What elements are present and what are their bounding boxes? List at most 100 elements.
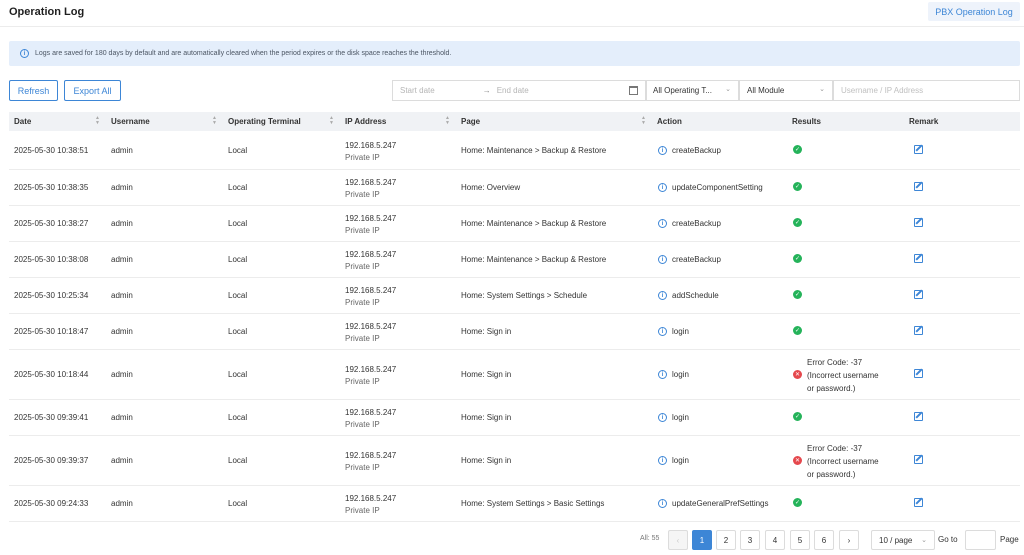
edit-remark-icon[interactable] xyxy=(914,182,923,191)
cell-action[interactable]: i createBackup xyxy=(658,146,721,155)
cell-date: 2025-05-30 10:38:51 xyxy=(14,146,89,155)
info-icon[interactable]: i xyxy=(658,327,667,336)
cell-username: admin xyxy=(111,370,133,379)
success-icon: ✓ xyxy=(793,182,802,191)
info-icon[interactable]: i xyxy=(658,499,667,508)
cell-action[interactable]: i login xyxy=(658,370,689,379)
chevron-down-icon: ⌄ xyxy=(725,86,731,93)
cell-action[interactable]: i login xyxy=(658,413,689,422)
ip-value: 192.168.5.247 xyxy=(345,286,397,295)
edit-remark-icon[interactable] xyxy=(914,254,923,263)
cell-terminal: Local xyxy=(228,499,248,508)
col-page[interactable]: Page xyxy=(461,117,480,126)
cell-ip-address: 192.168.5.247 Private IP xyxy=(345,140,396,164)
info-icon[interactable]: i xyxy=(658,370,667,379)
end-date-input[interactable]: End date xyxy=(497,86,529,95)
calendar-icon xyxy=(629,86,638,95)
error-line: Error Code: -37 xyxy=(807,358,863,367)
sort-icon[interactable]: ▲ ▼ xyxy=(212,116,217,126)
page-button[interactable]: 1 xyxy=(692,530,712,550)
cell-date: 2025-05-30 09:39:37 xyxy=(14,456,89,465)
error-line: or password.) xyxy=(807,384,856,393)
ip-type: Private IP xyxy=(345,334,380,343)
cell-action[interactable]: i updateComponentSetting xyxy=(658,183,763,192)
table-row: 2025-05-30 10:25:34 admin Local 192.168.5.2… xyxy=(9,278,1020,314)
info-icon: i xyxy=(20,49,29,58)
start-date-input[interactable]: Start date xyxy=(400,86,435,95)
info-icon[interactable]: i xyxy=(658,456,667,465)
cell-date: 2025-05-30 09:24:33 xyxy=(14,499,89,508)
error-line: (Incorrect username xyxy=(807,457,879,466)
table-row: 2025-05-30 10:38:35 admin Local 192.168.5.2… xyxy=(9,170,1020,206)
success-icon: ✓ xyxy=(793,145,802,154)
sort-icon[interactable]: ▲ ▼ xyxy=(95,116,100,126)
error-message: Error Code: -37 (Incorrect username or pas… xyxy=(807,356,879,395)
goto-label: Go to xyxy=(938,535,958,544)
action-name: login xyxy=(672,327,689,336)
edit-remark-icon[interactable] xyxy=(914,412,923,421)
refresh-button[interactable]: Refresh xyxy=(9,80,58,101)
error-line: Error Code: -37 xyxy=(807,444,863,453)
info-icon[interactable]: i xyxy=(658,146,667,155)
sort-icon[interactable]: ▲ ▼ xyxy=(329,116,334,126)
operating-terminal-select[interactable]: All Operating T... ⌄ xyxy=(646,80,739,101)
error-message: Error Code: -37 (Incorrect username or pas… xyxy=(807,442,879,481)
table-row: 2025-05-30 10:38:51 admin Local 192.168.5.2… xyxy=(9,132,1020,170)
cell-action[interactable]: i addSchedule xyxy=(658,291,719,300)
col-ip-address[interactable]: IP Address xyxy=(345,117,386,126)
sort-icon[interactable]: ▲ ▼ xyxy=(641,116,646,126)
col-username[interactable]: Username xyxy=(111,117,150,126)
page-button[interactable]: 6 xyxy=(814,530,834,550)
page-button[interactable]: 3 xyxy=(740,530,760,550)
cell-action[interactable]: i updateGeneralPrefSettings xyxy=(658,499,769,508)
edit-remark-icon[interactable] xyxy=(914,498,923,507)
cell-ip-address: 192.168.5.247 Private IP xyxy=(345,450,396,474)
page-button[interactable]: 5 xyxy=(790,530,810,550)
date-range-picker[interactable]: Start date → End date xyxy=(392,80,646,101)
col-date[interactable]: Date xyxy=(14,117,31,126)
page-size-select[interactable]: 10 / page ⌄ xyxy=(871,530,935,550)
cell-action[interactable]: i login xyxy=(658,327,689,336)
edit-remark-icon[interactable] xyxy=(914,218,923,227)
col-operating-terminal[interactable]: Operating Terminal xyxy=(228,117,301,126)
info-icon[interactable]: i xyxy=(658,183,667,192)
search-input[interactable]: Username / IP Address xyxy=(833,80,1020,101)
header-divider xyxy=(0,26,1024,27)
info-icon[interactable]: i xyxy=(658,413,667,422)
cell-date: 2025-05-30 10:38:35 xyxy=(14,183,89,192)
page-label: Page xyxy=(1000,535,1019,544)
ip-value: 192.168.5.247 xyxy=(345,322,397,331)
page-button[interactable]: 4 xyxy=(765,530,785,550)
pbx-operation-log-button[interactable]: PBX Operation Log xyxy=(928,2,1020,21)
info-icon[interactable]: i xyxy=(658,219,667,228)
cell-action[interactable]: i createBackup xyxy=(658,219,721,228)
cell-username: admin xyxy=(111,413,133,422)
sort-icon[interactable]: ▲ ▼ xyxy=(445,116,450,126)
info-icon[interactable]: i xyxy=(658,255,667,264)
info-icon[interactable]: i xyxy=(658,291,667,300)
cell-page: Home: Sign in xyxy=(461,327,512,336)
module-select[interactable]: All Module ⌄ xyxy=(739,80,833,101)
cell-terminal: Local xyxy=(228,413,248,422)
cell-page: Home: Maintenance > Backup & Restore xyxy=(461,146,607,155)
cell-page: Home: System Settings > Basic Settings xyxy=(461,499,605,508)
cell-terminal: Local xyxy=(228,219,248,228)
cell-action[interactable]: i login xyxy=(658,456,689,465)
edit-remark-icon[interactable] xyxy=(914,145,923,154)
error-line: or password.) xyxy=(807,470,856,479)
page-button[interactable]: 2 xyxy=(716,530,736,550)
edit-remark-icon[interactable] xyxy=(914,326,923,335)
edit-remark-icon[interactable] xyxy=(914,455,923,464)
cell-terminal: Local xyxy=(228,456,248,465)
cell-terminal: Local xyxy=(228,146,248,155)
cell-action[interactable]: i createBackup xyxy=(658,255,721,264)
cell-terminal: Local xyxy=(228,370,248,379)
prev-page-button[interactable]: ‹ xyxy=(668,530,688,550)
edit-remark-icon[interactable] xyxy=(914,369,923,378)
export-all-button[interactable]: Export All xyxy=(64,80,121,101)
next-page-button[interactable]: › xyxy=(839,530,859,550)
edit-remark-icon[interactable] xyxy=(914,290,923,299)
ip-type: Private IP xyxy=(345,153,380,162)
error-icon: ✕ xyxy=(793,456,802,465)
goto-page-input[interactable] xyxy=(965,530,996,550)
